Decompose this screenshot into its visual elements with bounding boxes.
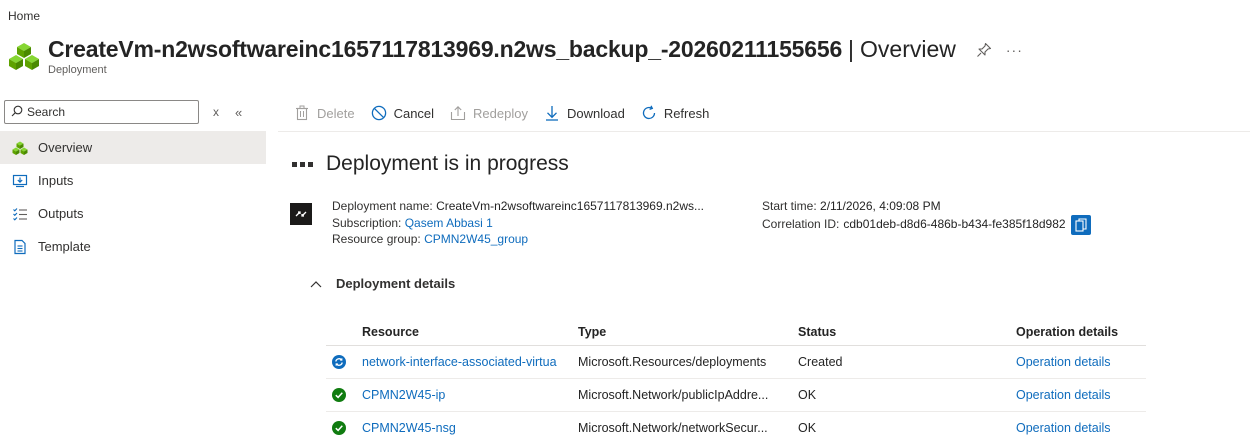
search-box[interactable] — [4, 100, 199, 124]
refresh-icon — [641, 105, 657, 121]
resource-group-row: Resource group: CPMN2W45_group — [332, 231, 762, 248]
start-time-label: Start time: — [762, 199, 817, 213]
deployment-cubes-icon — [8, 40, 40, 72]
cancel-label: Cancel — [393, 105, 435, 121]
breadcrumb-home[interactable]: Home — [8, 9, 40, 23]
more-options-button[interactable]: ··· — [1006, 42, 1023, 58]
deployment-name-label: Deployment name: — [332, 199, 433, 213]
sidebar-item-label: Outputs — [38, 206, 84, 221]
status-cell: Created — [798, 355, 843, 369]
sidebar-item-label: Template — [38, 239, 91, 254]
sidebar-item-label: Inputs — [38, 173, 74, 188]
operation-details-link[interactable]: Operation details — [1016, 388, 1146, 402]
download-button[interactable]: Download — [544, 105, 625, 121]
deployment-cubes-icon — [12, 140, 28, 156]
status-heading: Deployment is in progress — [326, 152, 569, 175]
info-column-right: Start time: 2/11/2026, 4:09:08 PM Correl… — [762, 198, 1091, 248]
delete-button[interactable]: Delete — [294, 105, 355, 121]
start-time-value: 2/11/2026, 4:09:08 PM — [820, 199, 941, 213]
correlation-id-value: cdb01deb-d8d6-486b-b434-fe385f18d982 — [843, 217, 1066, 232]
deployment-now-icon — [290, 203, 312, 225]
redeploy-upload-icon — [450, 105, 466, 121]
status-cell: OK — [798, 388, 817, 402]
cancel-button[interactable]: Cancel — [371, 105, 434, 121]
template-doc-icon — [12, 239, 28, 255]
redeploy-button[interactable]: Redeploy — [450, 105, 528, 121]
operation-details-link[interactable]: Operation details — [1016, 355, 1146, 369]
subscription-link[interactable]: Qasem Abbasi 1 — [405, 216, 493, 230]
search-icon — [11, 105, 23, 120]
download-arrow-icon — [544, 105, 560, 121]
resource-link[interactable]: CPMN2W45-nsg — [362, 421, 456, 435]
delete-label: Delete — [317, 105, 355, 121]
progress-dots-icon — [292, 161, 316, 167]
table-row: CPMN2W45-nsg Microsoft.Network/networkSe… — [326, 412, 1146, 444]
type-cell: Microsoft.Network/networkSecur... — [578, 421, 768, 435]
chevron-up-icon — [310, 280, 322, 288]
deployment-info: Deployment name: CreateVm-n2wsoftwareinc… — [290, 198, 1091, 248]
table-header: Resource Type Status Operation details — [326, 318, 1146, 346]
page-header: CreateVm-n2wsoftwareinc1657117813969.n2w… — [8, 36, 1023, 76]
outputs-list-icon — [12, 206, 28, 222]
table-row: CPMN2W45-ip Microsoft.Network/publicIpAd… — [326, 379, 1146, 412]
resource-cell: CPMN2W45-ip — [326, 388, 578, 402]
resource-group-link[interactable]: CPMN2W45_group — [424, 232, 528, 246]
success-check-icon — [332, 388, 346, 402]
type-cell: Microsoft.Resources/deployments — [578, 355, 767, 369]
refresh-label: Refresh — [663, 105, 710, 121]
status-cell: OK — [798, 421, 817, 435]
trash-icon — [294, 105, 310, 121]
page-title: CreateVm-n2wsoftwareinc1657117813969.n2w… — [48, 36, 843, 62]
info-column-left: Deployment name: CreateVm-n2wsoftwareinc… — [332, 198, 762, 248]
breadcrumb: Home — [8, 9, 40, 23]
deployment-details-label: Deployment details — [336, 276, 456, 291]
toolbar-divider — [278, 131, 1250, 132]
in-progress-icon — [332, 355, 346, 369]
pin-icon[interactable] — [976, 42, 992, 58]
resource-link[interactable]: network-interface-associated-virtua — [362, 355, 557, 369]
cancel-circle-icon — [371, 105, 387, 121]
correlation-id-row: Correlation ID: cdb01deb-d8d6-486b-b434-… — [762, 214, 1091, 235]
sidebar-item-label: Overview — [38, 140, 93, 155]
deployment-name-row: Deployment name: CreateVm-n2wsoftwareinc… — [332, 198, 762, 215]
page-section-title: Overview — [860, 36, 956, 62]
resource-link[interactable]: CPMN2W45-ip — [362, 388, 445, 402]
deployment-details-table: Resource Type Status Operation details n… — [326, 318, 1146, 444]
deployment-name-value: CreateVm-n2wsoftwareinc1657117813969.n2w… — [436, 199, 704, 213]
column-header-operation-details[interactable]: Operation details — [1016, 325, 1146, 339]
column-header-status[interactable]: Status — [798, 325, 1016, 339]
start-time-row: Start time: 2/11/2026, 4:09:08 PM — [762, 198, 1091, 215]
redeploy-label: Redeploy — [473, 105, 528, 121]
resource-cell: CPMN2W45-nsg — [326, 421, 578, 435]
collapse-sidebar-button[interactable]: « — [235, 105, 242, 120]
command-bar: Delete Cancel Redeploy Download Refresh — [294, 102, 725, 124]
page-subtitle: Deployment — [48, 64, 107, 76]
column-header-resource[interactable]: Resource — [326, 325, 578, 339]
download-label: Download — [566, 105, 625, 121]
success-check-icon — [332, 421, 346, 435]
operation-details-link[interactable]: Operation details — [1016, 421, 1146, 435]
subscription-label: Subscription: — [332, 215, 402, 230]
inputs-icon — [12, 173, 28, 189]
refresh-button[interactable]: Refresh — [641, 105, 710, 121]
subscription-row: Subscription: Qasem Abbasi 1 — [332, 215, 762, 232]
sidebar: x « Overview Inputs Output — [0, 97, 266, 444]
deployment-status: Deployment is in progress — [292, 152, 569, 176]
type-cell: Microsoft.Network/publicIpAddre... — [578, 388, 769, 402]
search-input[interactable] — [27, 105, 187, 119]
sidebar-item-inputs[interactable]: Inputs — [0, 164, 266, 197]
table-row: network-interface-associated-virtua Micr… — [326, 346, 1146, 379]
sidebar-item-overview[interactable]: Overview — [0, 131, 266, 164]
resource-cell: network-interface-associated-virtua — [326, 355, 578, 369]
column-header-type[interactable]: Type — [578, 325, 798, 339]
sidebar-item-template[interactable]: Template — [0, 230, 266, 263]
sidebar-item-outputs[interactable]: Outputs — [0, 197, 266, 230]
correlation-id-label: Correlation ID: — [762, 217, 840, 232]
sidebar-search-row: x « — [0, 97, 266, 127]
deployment-details-toggle[interactable]: Deployment details — [310, 276, 455, 291]
clear-search-button[interactable]: x — [213, 105, 219, 119]
resource-group-label: Resource group: — [332, 232, 421, 246]
title-separator: | — [848, 36, 855, 62]
copy-icon[interactable] — [1070, 214, 1091, 235]
